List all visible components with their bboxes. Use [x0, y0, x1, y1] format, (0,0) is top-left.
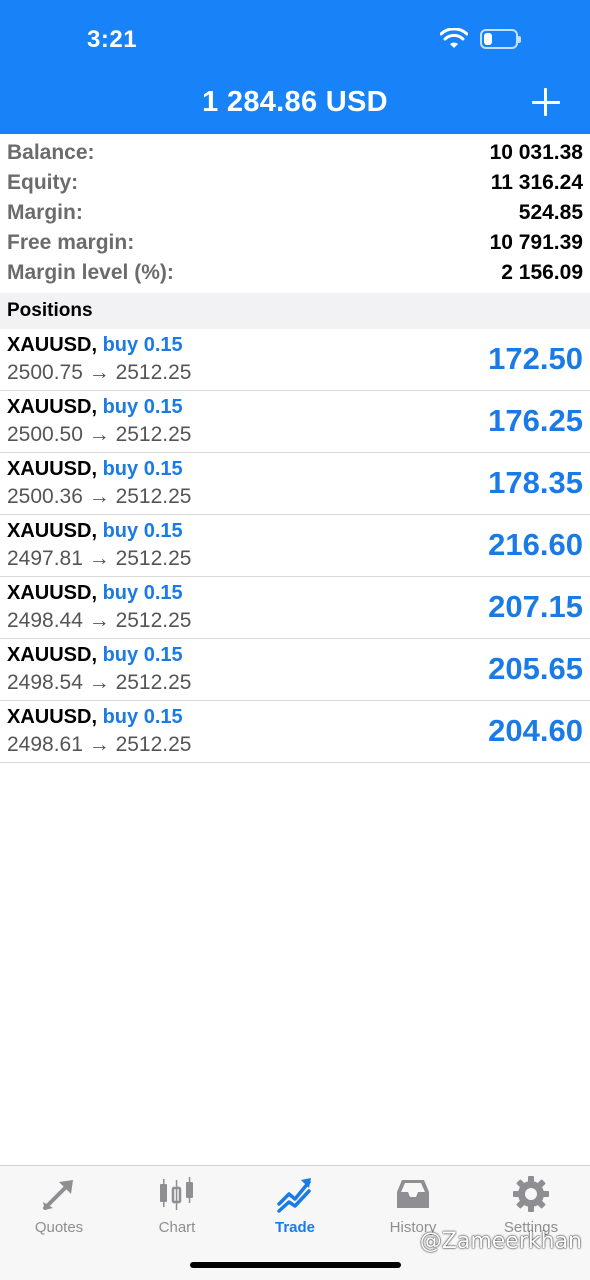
- position-profit: 216.60: [488, 527, 583, 562]
- account-summary: Balance: 10 031.38 Equity: 11 316.24 Mar…: [0, 138, 590, 288]
- position-row[interactable]: XAUUSD, buy 0.15 2500.36 → 2512.25 178.3…: [0, 453, 590, 515]
- margin-value: 524.85: [518, 201, 583, 224]
- watermark: @Zameerkhan: [419, 1229, 582, 1254]
- quotes-icon: [43, 1180, 73, 1210]
- position-row[interactable]: XAUUSD, buy 0.15 2500.50 → 2512.25 176.2…: [0, 391, 590, 453]
- position-side: buy 0.15: [102, 706, 183, 728]
- position-symbol: XAUUSD,: [7, 582, 98, 604]
- summary-row-balance: Balance: 10 031.38: [0, 138, 590, 168]
- position-prices: 2500.50 → 2512.25: [7, 423, 192, 446]
- position-profit: 176.25: [488, 403, 583, 438]
- position-side: buy 0.15: [102, 334, 183, 356]
- tab-label: Quotes: [34, 1219, 84, 1236]
- position-prices: 2498.61 → 2512.25: [7, 733, 192, 756]
- position-row[interactable]: XAUUSD, buy 0.15 2497.81 → 2512.25 216.6…: [0, 515, 590, 577]
- position-prices: 2498.44 → 2512.25: [7, 609, 192, 632]
- position-prices: 2497.81 → 2512.25: [7, 547, 192, 570]
- battery-icon: [480, 29, 521, 49]
- position-side: buy 0.15: [102, 458, 183, 480]
- position-prices: 2500.36 → 2512.25: [7, 485, 192, 508]
- margin-level-value: 2 156.09: [501, 261, 583, 284]
- position-profit: 207.15: [488, 589, 583, 624]
- tab-label: Chart: [158, 1219, 196, 1236]
- position-symbol: XAUUSD,: [7, 644, 98, 666]
- account-profit-title: 1 284.86 USD: [202, 86, 388, 118]
- tab-chart[interactable]: Chart: [118, 1174, 236, 1236]
- position-prices: 2500.75 → 2512.25: [7, 361, 192, 384]
- summary-row-margin-level: Margin level (%): 2 156.09: [0, 258, 590, 288]
- tab-settings[interactable]: Settings: [472, 1174, 590, 1236]
- position-row[interactable]: XAUUSD, buy 0.15 2498.54 → 2512.25 205.6…: [0, 639, 590, 701]
- free-margin-label: Free margin:: [7, 231, 135, 254]
- top-header: 3:21 1 284.86 USD: [0, 0, 590, 134]
- add-order-button[interactable]: [530, 86, 562, 118]
- summary-row-margin: Margin: 524.85: [0, 198, 590, 228]
- positions-section-header: Positions: [0, 293, 590, 329]
- gear-icon: [513, 1176, 549, 1212]
- tab-quotes[interactable]: Quotes: [0, 1174, 118, 1236]
- positions-list: XAUUSD, buy 0.15 2500.75 → 2512.25 172.5…: [0, 329, 590, 763]
- wifi-icon: [440, 28, 468, 48]
- margin-label: Margin:: [7, 201, 83, 224]
- margin-level-label: Margin level (%):: [7, 261, 174, 284]
- position-side: buy 0.15: [102, 520, 183, 542]
- balance-label: Balance:: [7, 141, 95, 164]
- status-icons: [440, 28, 521, 50]
- position-row[interactable]: XAUUSD, buy 0.15 2498.44 → 2512.25 207.1…: [0, 577, 590, 639]
- position-symbol: XAUUSD,: [7, 458, 98, 480]
- tab-label: Trade: [274, 1219, 316, 1236]
- tab-trade[interactable]: Trade: [236, 1174, 354, 1236]
- tab-history[interactable]: History: [354, 1174, 472, 1236]
- status-time: 3:21: [87, 26, 138, 53]
- position-symbol: XAUUSD,: [7, 396, 98, 418]
- candlestick-icon: [160, 1177, 193, 1210]
- free-margin-value: 10 791.39: [489, 231, 583, 254]
- position-symbol: XAUUSD,: [7, 334, 98, 356]
- position-side: buy 0.15: [102, 582, 183, 604]
- position-row[interactable]: XAUUSD, buy 0.15 2500.75 → 2512.25 172.5…: [0, 329, 590, 391]
- position-profit: 172.50: [488, 341, 583, 376]
- summary-row-equity: Equity: 11 316.24: [0, 168, 590, 198]
- position-prices: 2498.54 → 2512.25: [7, 671, 192, 694]
- position-profit: 178.35: [488, 465, 583, 500]
- position-row[interactable]: XAUUSD, buy 0.15 2498.61 → 2512.25 204.6…: [0, 701, 590, 763]
- position-symbol: XAUUSD,: [7, 706, 98, 728]
- position-side: buy 0.15: [102, 644, 183, 666]
- position-profit: 204.60: [488, 713, 583, 748]
- inbox-icon: [397, 1180, 429, 1208]
- position-profit: 205.65: [488, 651, 583, 686]
- home-indicator: [190, 1262, 401, 1268]
- position-symbol: XAUUSD,: [7, 520, 98, 542]
- balance-value: 10 031.38: [489, 141, 583, 164]
- equity-value: 11 316.24: [490, 171, 583, 194]
- summary-row-free-margin: Free margin: 10 791.39: [0, 228, 590, 258]
- equity-label: Equity:: [7, 171, 79, 194]
- trade-icon: [277, 1178, 311, 1213]
- position-side: buy 0.15: [102, 396, 183, 418]
